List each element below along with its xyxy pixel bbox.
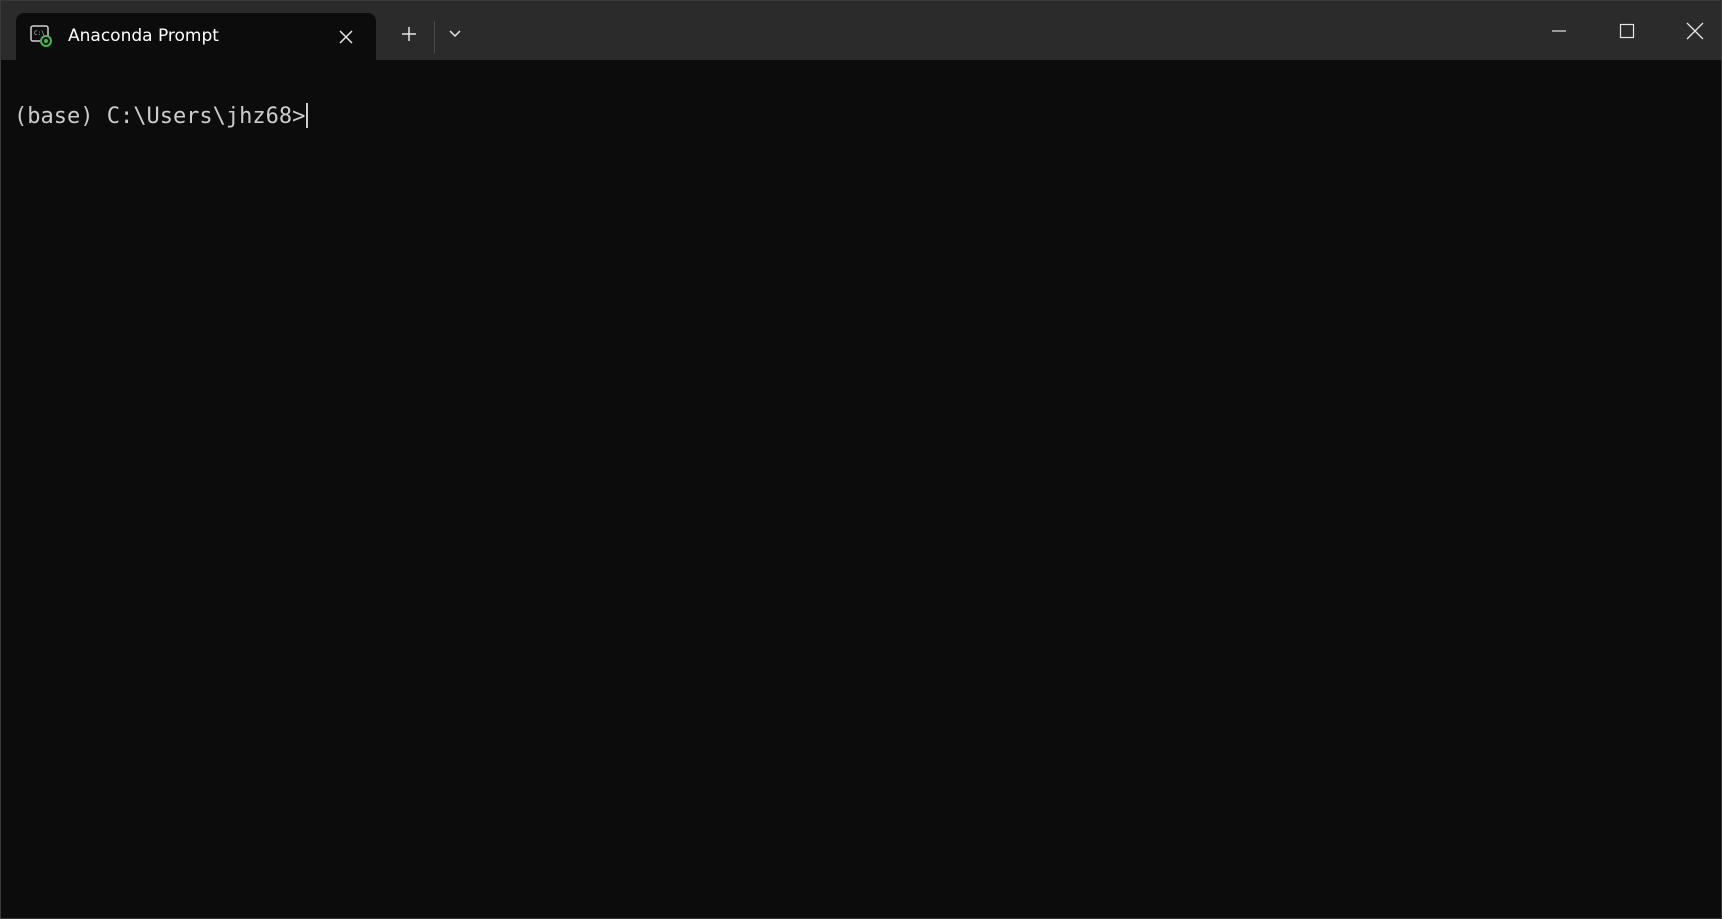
tab-anaconda-prompt[interactable]: C:\ Anaconda Prompt xyxy=(16,13,376,60)
close-tab-button[interactable] xyxy=(334,25,358,49)
text-cursor xyxy=(306,103,309,128)
prompt-line: (base) C:\Users\jhz68> xyxy=(14,99,309,135)
minimize-button[interactable] xyxy=(1525,1,1593,60)
profile-dropdown-button[interactable] xyxy=(439,18,471,50)
terminal-output-area[interactable]: (base) C:\Users\jhz68> xyxy=(1,60,1721,918)
terminal-window: C:\ Anaconda Prompt (base) C:\Users\jhz6… xyxy=(0,0,1722,919)
plus-icon xyxy=(402,27,416,41)
new-tab-button[interactable] xyxy=(393,18,425,50)
tab-title: Anaconda Prompt xyxy=(68,26,219,46)
maximize-icon xyxy=(1619,23,1635,38)
tab-divider xyxy=(434,21,435,53)
close-window-button[interactable] xyxy=(1661,1,1721,60)
minimize-icon xyxy=(1552,29,1566,32)
close-icon xyxy=(1686,22,1704,39)
title-bar[interactable]: C:\ Anaconda Prompt xyxy=(1,1,1721,60)
chevron-down-icon xyxy=(449,30,461,38)
prompt-text: (base) C:\Users\jhz68> xyxy=(14,104,306,129)
terminal-icon: C:\ xyxy=(30,25,52,47)
maximize-button[interactable] xyxy=(1593,1,1661,60)
close-icon xyxy=(339,30,353,44)
